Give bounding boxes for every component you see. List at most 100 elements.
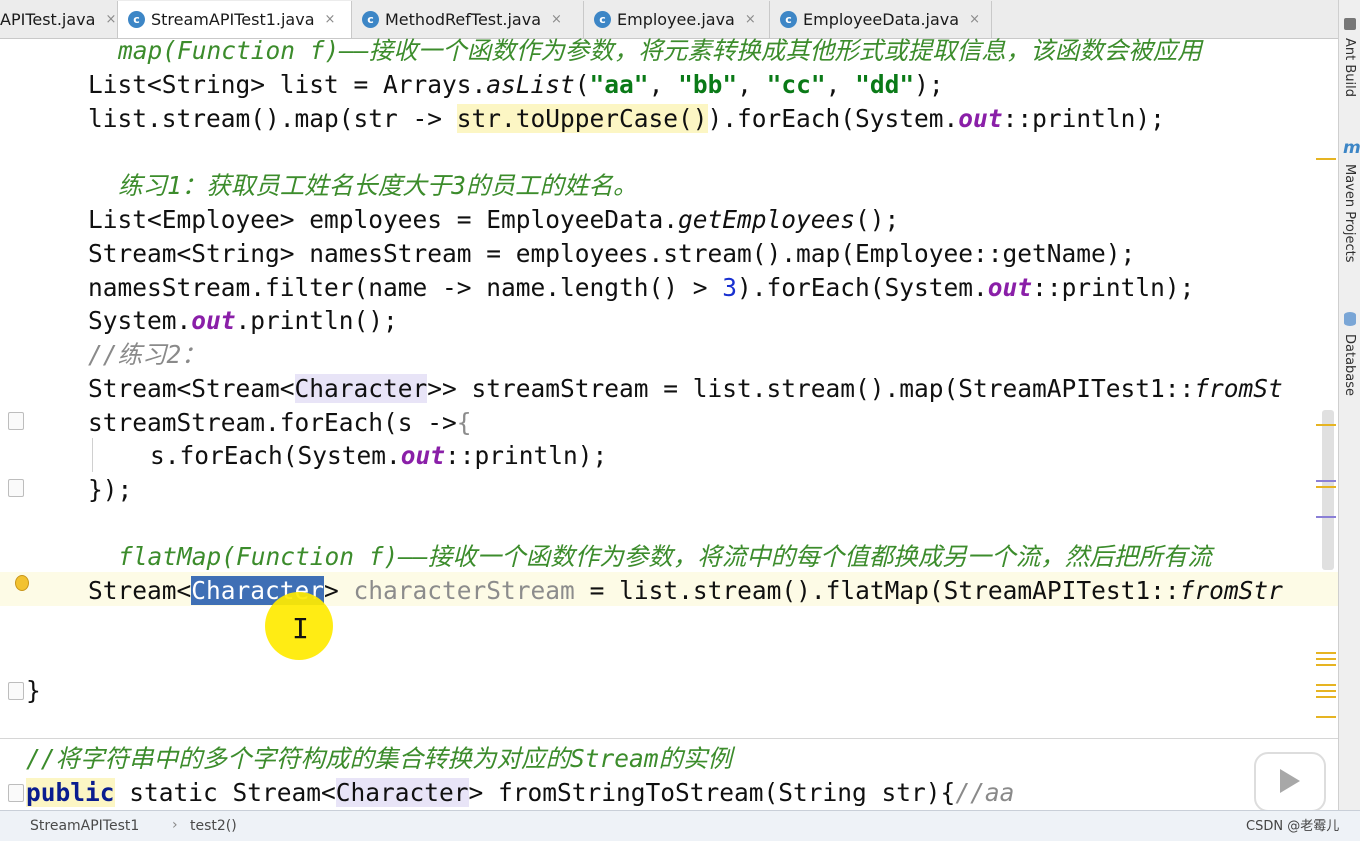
breadcrumb-bar: StreamAPITest1 › test2() — [0, 810, 1360, 841]
code-token: ); — [914, 70, 944, 99]
code-line-11: streamStream.forEach(s ->{ — [88, 406, 472, 440]
close-icon[interactable]: × — [745, 12, 756, 27]
number-literal: 3 — [722, 273, 738, 302]
code-token: System. — [88, 306, 192, 335]
breadcrumb-method[interactable]: test2() — [190, 818, 237, 834]
tab-label: Employee.java — [617, 10, 735, 29]
code-editor[interactable]: map(Function f)——接收一个函数作为参数，将元素转换成其他形式或提… — [0, 38, 1338, 810]
tab-apitest[interactable]: APITest.java × — [0, 1, 118, 38]
scroll-marker — [1316, 658, 1336, 660]
code-token: > — [324, 576, 354, 605]
fold-marker[interactable] — [8, 784, 24, 802]
code-line-14: flatMap(Function f)——接收一个函数作为参数，将流中的每个值都… — [118, 542, 1212, 571]
static-field: out — [987, 273, 1033, 302]
scrollbar[interactable] — [1322, 410, 1334, 570]
code-line-7: namesStream.filter(name -> name.length()… — [88, 271, 1194, 305]
close-icon[interactable]: × — [325, 12, 336, 27]
code-line-8: System.out.println(); — [88, 304, 398, 338]
code-token: , — [737, 70, 767, 99]
tab-streamapitest1[interactable]: c StreamAPITest1.java × — [118, 1, 352, 38]
static-method: getEmployees — [678, 205, 856, 234]
scroll-marker — [1316, 486, 1336, 488]
code-token: ).forEach(System. — [707, 104, 959, 133]
editor-tab-bar: APITest.java × c StreamAPITest1.java × c… — [0, 0, 1338, 39]
play-button[interactable] — [1254, 752, 1326, 812]
scroll-marker — [1316, 424, 1336, 426]
close-icon[interactable]: × — [969, 12, 980, 27]
code-token: Stream<Stream< — [88, 374, 295, 403]
scroll-marker — [1316, 696, 1336, 698]
scroll-marker — [1316, 652, 1336, 654]
static-method: fromSt — [1194, 374, 1283, 403]
code-token: asList — [486, 70, 575, 99]
static-field: out — [400, 441, 446, 470]
code-line-6: Stream<String> namesStream = employees.s… — [88, 239, 1136, 268]
close-icon[interactable]: × — [105, 12, 116, 27]
code-line-18: public static Stream<Character> fromStri… — [26, 776, 1014, 810]
scroll-marker — [1316, 664, 1336, 666]
static-field: out — [191, 306, 236, 335]
code-token: , — [825, 70, 856, 99]
code-token: s.forEach(System. — [150, 441, 401, 470]
code-token: ::println); — [1002, 104, 1165, 133]
type-usage-highlight: Character — [335, 778, 469, 807]
code-token: list.stream().map(str -> — [88, 104, 457, 133]
ant-icon — [1344, 18, 1356, 30]
static-method: fromStr — [1179, 576, 1283, 605]
ant-build-panel[interactable]: Ant Build — [1342, 38, 1357, 97]
fold-marker[interactable] — [8, 682, 24, 700]
code-token: ::println); — [445, 441, 608, 470]
maven-icon: m — [1343, 138, 1360, 158]
method-separator — [0, 738, 1338, 739]
code-line-15: Stream<Character> characterStream = list… — [88, 574, 1283, 608]
class-icon: c — [362, 11, 379, 28]
tab-methodreftest[interactable]: c MethodRefTest.java × — [352, 1, 584, 38]
code-token: ::println); — [1032, 273, 1195, 302]
scroll-marker — [1316, 516, 1336, 518]
breadcrumb-class[interactable]: StreamAPITest1 — [30, 818, 139, 834]
code-token: = list.stream().flatMap(StreamAPITest1:: — [574, 576, 1180, 605]
class-icon: c — [780, 11, 797, 28]
tab-employee[interactable]: c Employee.java × — [584, 1, 770, 38]
class-icon: c — [128, 11, 145, 28]
code-token: List<String> list = Arrays. — [88, 70, 487, 99]
lightbulb-icon[interactable] — [16, 576, 28, 590]
fold-marker[interactable] — [8, 479, 24, 497]
scroll-marker — [1316, 716, 1336, 718]
scroll-marker — [1316, 690, 1336, 692]
code-token: Stream< — [88, 576, 192, 605]
tab-employeedata[interactable]: c EmployeeData.java × — [770, 1, 992, 38]
tab-label: MethodRefTest.java — [385, 10, 541, 29]
static-field: out — [958, 104, 1003, 133]
code-line-4: 练习1：获取员工姓名长度大于3的员工的姓名。 — [118, 171, 638, 200]
highlighted-expression: str.toUpperCase() — [456, 104, 708, 133]
code-line-5: List<Employee> employees = EmployeeData.… — [88, 203, 899, 237]
scroll-marker — [1316, 480, 1336, 482]
code-line-12: s.forEach(System.out::println); — [150, 439, 607, 473]
code-token: List<Employee> employees = EmployeeData. — [88, 205, 679, 234]
code-token: (); — [855, 205, 900, 234]
type-usage-highlight: Character — [294, 374, 428, 403]
class-icon: c — [594, 11, 611, 28]
tab-label: StreamAPITest1.java — [151, 10, 315, 29]
unused-variable: characterStream — [353, 576, 575, 605]
watermark: CSDN @老霉儿 — [1246, 819, 1340, 834]
close-icon[interactable]: × — [551, 12, 562, 27]
code-line-3: list.stream().map(str -> str.toUpperCase… — [88, 102, 1165, 136]
code-line-1: map(Function f)——接收一个函数作为参数，将元素转换成其他形式或提… — [118, 38, 1202, 65]
play-icon — [1280, 769, 1300, 793]
maven-projects-panel[interactable]: Maven Projects — [1342, 164, 1357, 263]
code-token: streamStream.forEach(s -> — [88, 408, 457, 437]
code-line-16: } — [26, 676, 41, 705]
code-token: namesStream.filter(name -> name.length()… — [88, 273, 723, 302]
database-panel[interactable]: Database — [1342, 334, 1357, 396]
database-icon — [1344, 312, 1356, 326]
code-token: .println(); — [235, 306, 398, 335]
fold-marker[interactable] — [8, 412, 24, 430]
keyword: public — [26, 778, 115, 807]
inline-comment: //aa — [955, 778, 1015, 807]
tab-label: APITest.java — [0, 10, 96, 29]
string-literal: "bb" — [678, 70, 738, 99]
scroll-marker — [1316, 158, 1336, 160]
code-token: ( — [574, 70, 590, 99]
